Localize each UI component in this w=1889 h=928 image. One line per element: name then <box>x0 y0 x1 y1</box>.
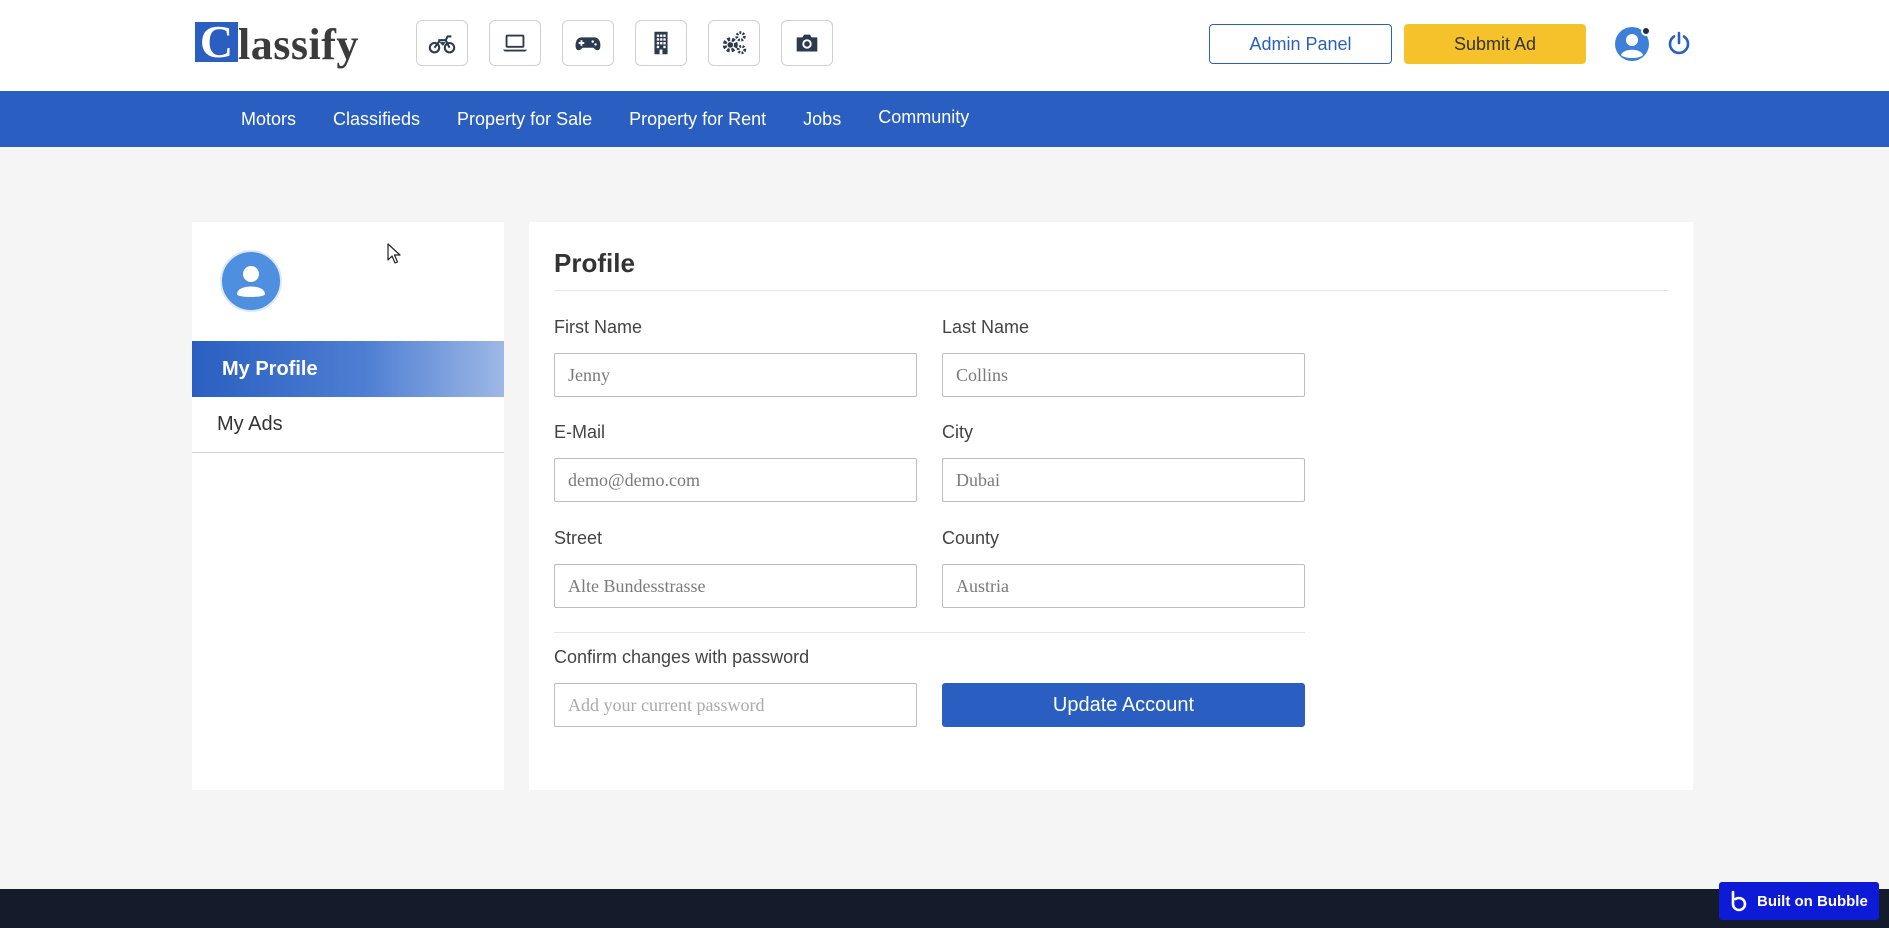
gamepad-icon[interactable] <box>562 20 614 66</box>
category-icons <box>416 20 854 66</box>
last-name-label: Last Name <box>942 317 1030 337</box>
camera-icon[interactable] <box>781 20 833 66</box>
county-field[interactable]: Austria <box>942 564 1305 608</box>
motorcycle-icon[interactable] <box>416 20 468 66</box>
nav-item-property-for-rent[interactable]: Property for Rent <box>629 109 766 130</box>
title-divider <box>554 290 1668 291</box>
page-title: Profile <box>554 248 635 278</box>
email-label: E-Mail <box>554 422 606 442</box>
page-footer <box>0 889 1889 928</box>
admin-panel-button[interactable]: Admin Panel <box>1209 24 1392 64</box>
mouse-cursor-icon <box>387 243 401 264</box>
classify-logo[interactable]: C lassify <box>195 22 359 74</box>
nav-item-jobs[interactable]: Jobs <box>803 109 841 130</box>
first-name-field[interactable]: Jenny <box>554 353 917 397</box>
logo-letter: C <box>195 22 238 62</box>
built-on-bubble-badge[interactable]: Built on Bubble <box>1719 882 1879 920</box>
street-label: Street <box>554 528 603 548</box>
form-divider <box>554 632 1305 633</box>
profile-panel: Profile First Name Jenny Last Name Colli… <box>529 222 1693 790</box>
nav-item-classifieds[interactable]: Classifieds <box>333 109 420 130</box>
avatar <box>220 250 282 312</box>
top-header: C lassify Admin Panel Submit Ad <box>0 0 1889 91</box>
submit-ad-button[interactable]: Submit Ad <box>1404 24 1586 64</box>
update-account-button[interactable]: Update Account <box>942 683 1305 727</box>
building-icon[interactable] <box>635 20 687 66</box>
laptop-icon[interactable] <box>489 20 541 66</box>
gears-icon[interactable] <box>708 20 760 66</box>
first-name-label: First Name <box>554 317 643 337</box>
password-field[interactable]: Add your current password <box>554 683 917 727</box>
county-label: County <box>942 528 1000 548</box>
nav-item-community[interactable]: Community <box>878 107 969 128</box>
nav-item-property-for-sale[interactable]: Property for Sale <box>457 109 592 130</box>
nav-item-motors[interactable]: Motors <box>241 109 296 130</box>
sidebar-item-my-profile[interactable]: My Profile <box>192 341 504 397</box>
email-field[interactable]: demo@demo.com <box>554 458 917 502</box>
sidebar-item-my-ads[interactable]: My Ads <box>192 397 504 453</box>
power-icon[interactable] <box>1666 30 1692 56</box>
last-name-field[interactable]: Collins <box>942 353 1305 397</box>
password-label: Confirm changes with password <box>554 647 810 667</box>
bubble-logo-icon <box>1731 890 1747 912</box>
street-field[interactable]: Alte Bundesstrasse <box>554 564 917 608</box>
logo-text: lassify <box>238 20 359 69</box>
notification-dot <box>1641 26 1651 36</box>
account-sidebar: My Profile My Ads <box>192 222 504 790</box>
bubble-badge-label: Built on Bubble <box>1757 892 1868 910</box>
city-field[interactable]: Dubai <box>942 458 1305 502</box>
category-nav: Motors Classifieds Property for Sale Pro… <box>0 91 1889 147</box>
city-label: City <box>942 422 973 442</box>
